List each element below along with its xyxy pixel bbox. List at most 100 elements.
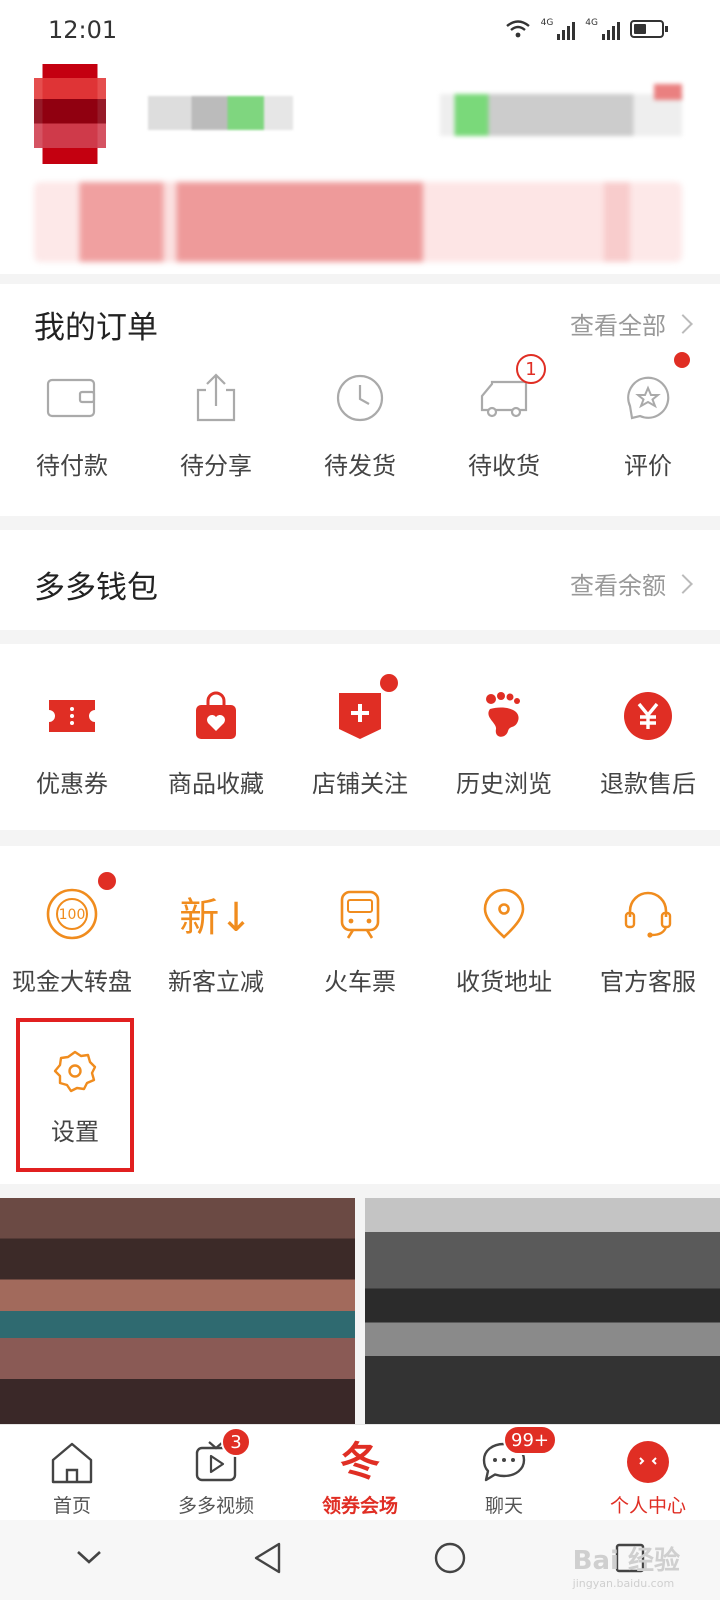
signal-icon-2: 4G <box>585 18 620 40</box>
shortcut-shop-follow[interactable]: 店铺关注 <box>288 674 432 799</box>
order-item-label: 待发货 <box>324 452 396 480</box>
shortcut-label: 历史浏览 <box>456 770 552 798</box>
service-customer-service[interactable]: 官方客服 <box>576 884 720 997</box>
promo-banner-blurred[interactable] <box>34 182 682 262</box>
service-label: 新客立减 <box>168 968 264 996</box>
wallet-title: 多多钱包 <box>34 570 158 606</box>
back-triangle-icon[interactable] <box>251 1541 285 1579</box>
chevron-right-icon <box>673 573 693 594</box>
shortcut-label: 退款售后 <box>600 770 696 798</box>
service-train-ticket[interactable]: 火车票 <box>288 884 432 997</box>
clock-icon <box>330 368 390 428</box>
account-info-blurred[interactable] <box>440 94 682 136</box>
order-item-label: 评价 <box>624 452 672 480</box>
recommend-feed <box>0 1198 720 1424</box>
baidu-watermark: Bai 经验 jingyan.baidu.com <box>573 1540 680 1590</box>
service-label: 官方客服 <box>600 968 696 996</box>
shortcut-history[interactable]: 历史浏览 <box>432 686 576 799</box>
service-address[interactable]: 收货地址 <box>432 884 576 997</box>
train-icon <box>330 884 390 944</box>
tab-video[interactable]: 3 多多视频 <box>144 1425 288 1521</box>
location-icon <box>474 884 534 944</box>
new-customer-icon-text: 新↓ <box>179 895 253 941</box>
home-icon <box>47 1437 97 1487</box>
tab-coupon-venue[interactable]: 冬 领券会场 <box>288 1425 432 1521</box>
tab-label: 多多视频 <box>177 1495 254 1517</box>
wifi-icon <box>505 20 530 38</box>
shortcuts-card: 优惠券 商品收藏 店铺关注 历史浏览 退款售后 <box>0 644 720 830</box>
order-pending-share[interactable]: 待分享 <box>144 368 288 481</box>
shortcut-coupon[interactable]: 优惠券 <box>0 686 144 799</box>
shortcut-favorites[interactable]: 商品收藏 <box>144 686 288 799</box>
order-pending-payment[interactable]: 待付款 <box>0 368 144 481</box>
feed-product-image[interactable] <box>0 1198 355 1424</box>
truck-icon: 1 <box>474 354 546 428</box>
feed-product-image[interactable] <box>365 1198 720 1424</box>
video-count-badge: 3 <box>221 1427 251 1457</box>
footprint-icon <box>474 686 534 746</box>
order-pending-receive[interactable]: 1 待收货 <box>432 354 576 481</box>
service-label: 火车票 <box>324 968 396 996</box>
cash-wheel-icon: 100 <box>42 872 116 944</box>
video-icon: 3 <box>191 1427 251 1487</box>
orders-card: 我的订单 查看全部 待付款 待分享 待发货 1 待收货 评价 <box>0 284 720 516</box>
notification-dot-blurred <box>654 84 682 100</box>
status-time: 12:01 <box>48 16 118 44</box>
tab-label: 个人中心 <box>609 1495 686 1517</box>
orders-title: 我的订单 <box>34 310 158 346</box>
wallet-balance-link[interactable]: 查看余额 <box>570 566 693 601</box>
refund-yen-icon <box>618 686 678 746</box>
order-review[interactable]: 评价 <box>576 352 720 481</box>
battery-icon <box>630 20 668 38</box>
username-blurred[interactable] <box>148 96 293 130</box>
new-customer-icon: 新↓ <box>179 884 253 944</box>
shortcut-label: 优惠券 <box>36 770 108 798</box>
tab-chat[interactable]: 99+ 聊天 <box>432 1425 576 1521</box>
orders-view-all-label: 查看全部 <box>570 312 666 340</box>
tab-label: 首页 <box>52 1495 91 1517</box>
shop-follow-icon <box>330 674 398 746</box>
chat-icon: 99+ <box>479 1425 557 1487</box>
tab-label: 领券会场 <box>321 1495 398 1517</box>
tab-home[interactable]: 首页 <box>0 1425 144 1521</box>
order-item-label: 待付款 <box>36 452 108 480</box>
service-label: 现金大转盘 <box>12 968 132 996</box>
cash-wheel-dot <box>98 872 116 890</box>
wallet-balance-label: 查看余额 <box>570 572 666 600</box>
winter-coupon-icon-text: 冬 <box>340 1439 380 1485</box>
service-cash-wheel[interactable]: 100 现金大转盘 <box>0 872 144 997</box>
coupon-icon <box>42 686 102 746</box>
service-label: 收货地址 <box>456 968 552 996</box>
receive-count-badge: 1 <box>516 354 546 384</box>
gear-icon <box>52 1048 98 1098</box>
wallet-card[interactable]: 多多钱包 查看余额 <box>0 530 720 630</box>
service-new-customer[interactable]: 新↓ 新客立减 <box>144 884 288 997</box>
watermark-sub: jingyan.baidu.com <box>572 1577 675 1590</box>
shortcut-label: 商品收藏 <box>168 770 264 798</box>
shortcut-refund[interactable]: 退款售后 <box>576 686 720 799</box>
home-circle-icon[interactable] <box>433 1541 467 1579</box>
order-pending-ship[interactable]: 待发货 <box>288 368 432 481</box>
orders-view-all-link[interactable]: 查看全部 <box>570 306 693 341</box>
order-item-label: 待收货 <box>468 452 540 480</box>
chevron-down-icon[interactable] <box>74 1548 104 1572</box>
bottom-tab-bar: 首页 3 多多视频 冬 领券会场 99+ 聊天 个人中心 <box>0 1424 720 1521</box>
avatar[interactable] <box>24 64 116 164</box>
settings-button[interactable]: 设置 <box>16 1018 134 1172</box>
winter-coupon-icon: 冬 <box>335 1437 385 1487</box>
wallet-icon <box>42 368 102 428</box>
favorite-bag-icon <box>186 686 246 746</box>
tab-profile[interactable]: 个人中心 <box>576 1425 720 1521</box>
profile-header <box>0 64 720 274</box>
tab-label: 聊天 <box>484 1495 523 1517</box>
shop-follow-dot <box>380 674 398 692</box>
shortcut-label: 店铺关注 <box>312 770 408 798</box>
headset-icon <box>618 884 678 944</box>
chevron-right-icon <box>673 313 693 334</box>
status-icons: 4G 4G <box>505 18 668 40</box>
share-icon <box>186 368 246 428</box>
cash-wheel-icon-text: 100 <box>59 907 86 923</box>
order-item-label: 待分享 <box>180 452 252 480</box>
review-notification-dot <box>674 352 690 368</box>
network-type-2: 4G <box>585 18 598 28</box>
